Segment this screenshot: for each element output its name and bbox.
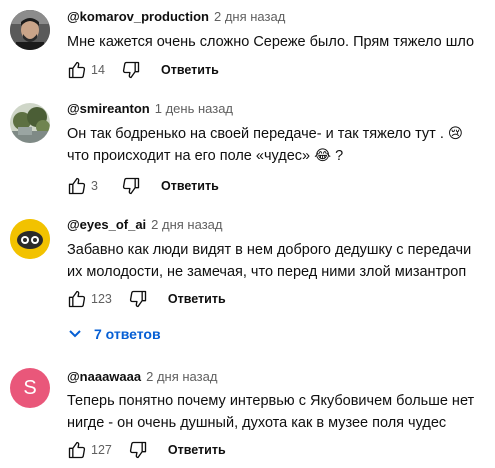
comment-header: @komarov_production 2 дня назад xyxy=(67,9,285,24)
comment-text-line: Забавно как люди видят в нем доброго дед… xyxy=(67,242,472,258)
reply-button[interactable]: Ответить xyxy=(161,63,219,77)
comment-actions: 127 Ответить xyxy=(61,434,226,466)
comment-text: Забавно как люди видят в нем доброго дед… xyxy=(67,239,487,283)
dislike-button[interactable] xyxy=(115,170,147,202)
chevron-down-icon xyxy=(69,330,81,338)
comment-actions: 3 Ответить xyxy=(61,170,219,202)
replies-count-label: 7 ответов xyxy=(94,326,161,342)
thumb-down-icon xyxy=(129,441,147,459)
author-name[interactable]: @eyes_of_ai xyxy=(67,217,146,232)
like-button[interactable] xyxy=(61,434,93,466)
dislike-button[interactable] xyxy=(115,54,147,86)
reply-button[interactable]: Ответить xyxy=(168,292,226,306)
comment-header: @eyes_of_ai 2 дня назад xyxy=(67,217,222,232)
comment-text: Теперь понятно почему интервью с Якубови… xyxy=(67,390,487,434)
comment-time[interactable]: 2 дня назад xyxy=(214,9,285,24)
dislike-button[interactable] xyxy=(122,434,154,466)
comment-time[interactable]: 2 дня назад xyxy=(151,217,222,232)
avatar-photo-icon xyxy=(10,103,50,143)
reply-button[interactable]: Ответить xyxy=(168,443,226,457)
like-button[interactable] xyxy=(61,283,93,315)
show-replies-button[interactable]: 7 ответов xyxy=(58,318,171,350)
avatar-letter: S xyxy=(23,376,37,399)
like-count: 127 xyxy=(91,443,112,457)
thumb-down-icon xyxy=(122,61,140,79)
thumb-down-icon xyxy=(129,290,147,308)
author-name[interactable]: @smireanton xyxy=(67,101,150,116)
thumb-up-icon xyxy=(68,290,86,308)
comment-actions: 14 Ответить xyxy=(61,54,219,86)
comment-header: @smireanton 1 день назад xyxy=(67,101,233,116)
comment-text-line: их молодости, не замечая, что перед ними… xyxy=(67,264,467,280)
avatar[interactable] xyxy=(10,219,50,259)
dislike-button[interactable] xyxy=(122,283,154,315)
like-button[interactable] xyxy=(61,54,93,86)
avatar[interactable]: S xyxy=(10,368,50,408)
like-button[interactable] xyxy=(61,170,93,202)
thumb-up-icon xyxy=(68,61,86,79)
comment-text-line: Он так бодренько на своей передаче- и та… xyxy=(67,126,464,142)
comment-text-line: что происходит на его поле «чудес» 😂 ? xyxy=(67,148,344,164)
comment-text-line: нигде - он очень душный, духота как в му… xyxy=(67,415,447,431)
like-count: 123 xyxy=(91,292,112,306)
author-name[interactable]: @komarov_production xyxy=(67,9,209,24)
avatar[interactable] xyxy=(10,10,50,50)
avatar[interactable] xyxy=(10,103,50,143)
comment-header: @naaawaaa 2 дня назад xyxy=(67,369,217,384)
comment-text-line: Мне кажется очень сложно Сереже было. Пр… xyxy=(67,34,475,50)
comment-text-line: Теперь понятно почему интервью с Якубови… xyxy=(67,393,475,409)
comment-time[interactable]: 2 дня назад xyxy=(146,369,217,384)
like-count: 14 xyxy=(91,63,105,77)
thumb-down-icon xyxy=(122,177,140,195)
comment-actions: 123 Ответить xyxy=(61,283,226,315)
author-name[interactable]: @naaawaaa xyxy=(67,369,141,384)
thumb-up-icon xyxy=(68,177,86,195)
comment-time[interactable]: 1 день назад xyxy=(155,101,233,116)
thumb-up-icon xyxy=(68,441,86,459)
avatar-photo-icon xyxy=(10,10,50,50)
like-count: 3 xyxy=(91,179,98,193)
eye-logo-icon xyxy=(10,219,50,259)
comment-text: Он так бодренько на своей передаче- и та… xyxy=(67,123,487,167)
comment-text: Мне кажется очень сложно Сереже было. Пр… xyxy=(67,31,487,53)
reply-button[interactable]: Ответить xyxy=(161,179,219,193)
